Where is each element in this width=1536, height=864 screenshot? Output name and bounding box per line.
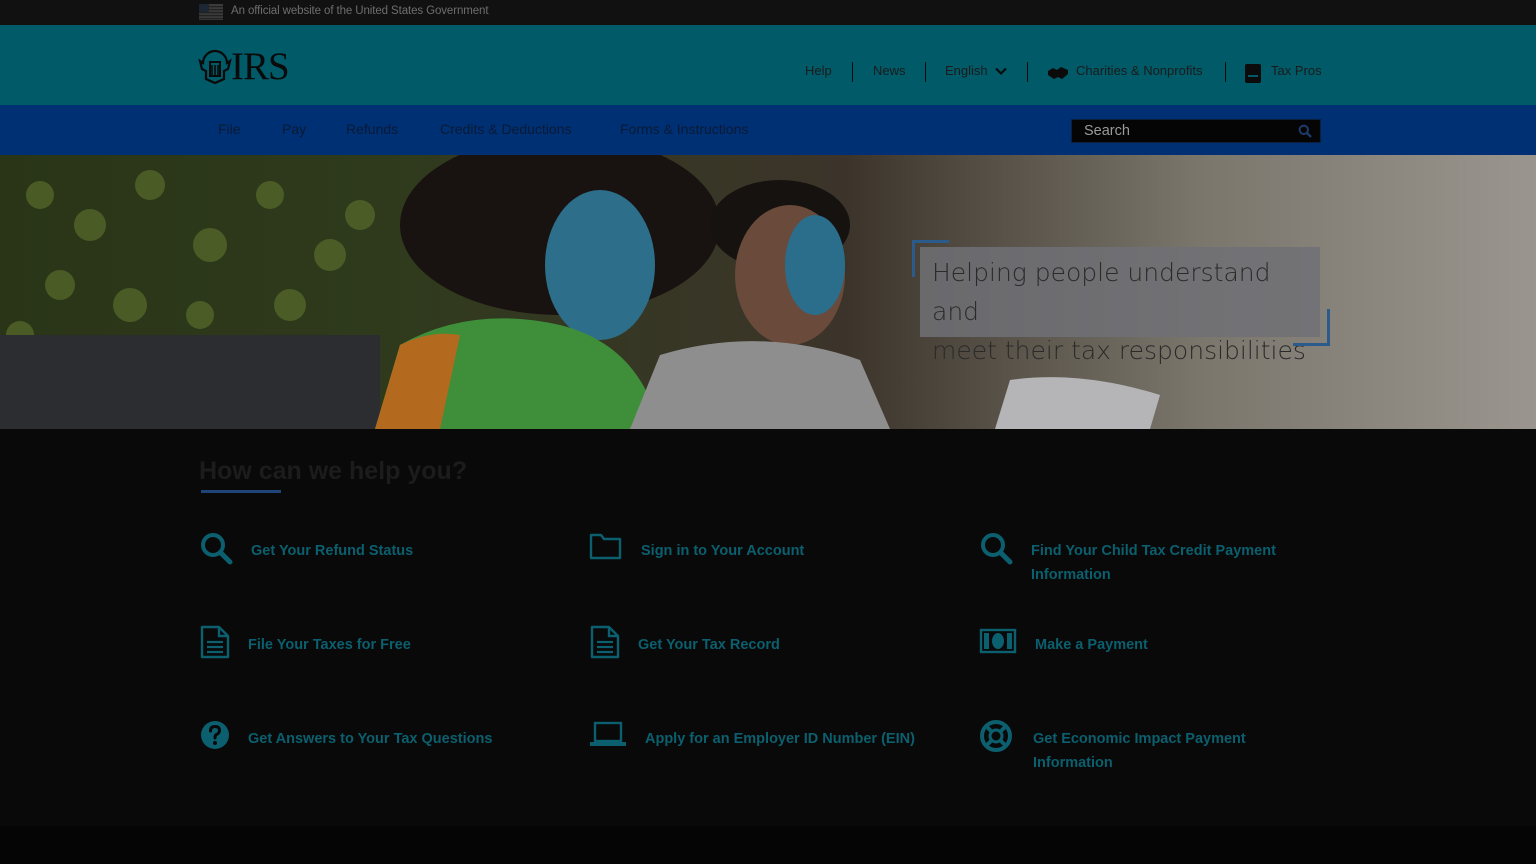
tile-refund-status[interactable]: Get Your Refund Status	[199, 531, 559, 581]
nav-item-file[interactable]: File	[218, 121, 241, 137]
tile-label-line-2: Information	[1033, 755, 1113, 771]
irs-logo[interactable]: IRS	[198, 45, 302, 88]
help-link[interactable]: Help	[805, 63, 832, 78]
tile-label-line-2: Information	[1031, 567, 1111, 583]
tile-economic-impact[interactable]: Get Economic Impact Payment Information	[979, 719, 1339, 771]
tile-tax-questions[interactable]: Get Answers to Your Tax Questions	[199, 719, 559, 769]
search-input[interactable]	[1072, 120, 1304, 142]
us-flag-icon	[199, 4, 223, 20]
tile-tax-record[interactable]: Get Your Tax Record	[589, 625, 949, 675]
search-box	[1071, 119, 1321, 143]
tile-label: Get Economic Impact Payment Information	[1033, 727, 1246, 775]
hero-tagline-line-1: Helping people understand and	[932, 258, 1271, 326]
divider	[1225, 62, 1226, 82]
document-icon	[590, 625, 620, 659]
nav-item-refunds[interactable]: Refunds	[346, 121, 398, 137]
lifebuoy-icon	[980, 720, 1012, 752]
charities-nonprofits-link[interactable]: Charities & Nonprofits	[1076, 63, 1202, 78]
tile-label: Make a Payment	[1035, 637, 1148, 653]
document-icon	[200, 625, 230, 659]
folder-icon	[589, 533, 622, 560]
footer-band	[0, 826, 1536, 864]
official-banner-text: An official website of the United States…	[231, 5, 489, 17]
help-title-underline	[201, 490, 281, 493]
tile-label-line-1: Get Economic Impact Payment	[1033, 731, 1246, 747]
language-selector[interactable]: English	[945, 63, 988, 78]
tile-sign-in[interactable]: Sign in to Your Account	[589, 531, 949, 581]
tile-child-tax-credit[interactable]: Find Your Child Tax Credit Payment Inform…	[979, 531, 1339, 583]
divider	[925, 62, 926, 82]
main-nav: File Pay Refunds Credits & Deductions Fo…	[0, 105, 1536, 155]
official-banner: An official website of the United States…	[0, 0, 1536, 25]
tile-label: Apply for an Employer ID Number (EIN)	[645, 731, 915, 747]
tile-label: Get Answers to Your Tax Questions	[248, 731, 493, 747]
tile-label: Sign in to Your Account	[641, 543, 805, 559]
search-icon	[981, 533, 1013, 565]
tax-pros-link[interactable]: Tax Pros	[1271, 63, 1322, 78]
tile-label: Find Your Child Tax Credit Payment Inform…	[1031, 539, 1276, 587]
laptop-icon	[590, 721, 626, 746]
nav-item-forms-instructions[interactable]: Forms & Instructions	[620, 121, 748, 137]
news-link[interactable]: News	[873, 63, 906, 78]
help-section-title: How can we help you?	[199, 457, 468, 485]
tile-file-free[interactable]: File Your Taxes for Free	[199, 625, 559, 675]
search-icon[interactable]	[1298, 124, 1312, 138]
question-icon	[201, 721, 229, 749]
hero-tagline: Helping people understand and meet their…	[920, 247, 1320, 365]
tile-label: Get Your Refund Status	[251, 543, 414, 559]
hero-corner-bottom-right	[1293, 309, 1330, 346]
tile-make-payment[interactable]: Make a Payment	[979, 625, 1339, 675]
tile-label: Get Your Tax Record	[638, 637, 780, 653]
eagle-seal-icon	[198, 49, 232, 85]
handshake-icon	[1048, 67, 1068, 79]
tile-label: File Your Taxes for Free	[248, 637, 411, 653]
tile-employer-id[interactable]: Apply for an Employer ID Number (EIN)	[589, 719, 949, 769]
hero-tagline-line-2: meet their tax responsibilities	[932, 336, 1306, 365]
irs-logo-text: IRS	[231, 45, 290, 88]
hero-banner: Helping people understand and meet their…	[0, 155, 1536, 429]
divider	[1027, 62, 1028, 82]
book-icon	[1245, 64, 1261, 83]
tile-label-line-1: Find Your Child Tax Credit Payment	[1031, 543, 1276, 559]
site-header: IRS Help News English Charities & Nonpro…	[0, 25, 1536, 105]
money-icon	[979, 628, 1017, 654]
search-icon	[201, 533, 233, 565]
divider	[852, 62, 853, 82]
nav-item-credits-deductions[interactable]: Credits & Deductions	[440, 121, 572, 137]
nav-item-pay[interactable]: Pay	[282, 121, 306, 137]
chevron-down-icon[interactable]	[995, 67, 1007, 76]
